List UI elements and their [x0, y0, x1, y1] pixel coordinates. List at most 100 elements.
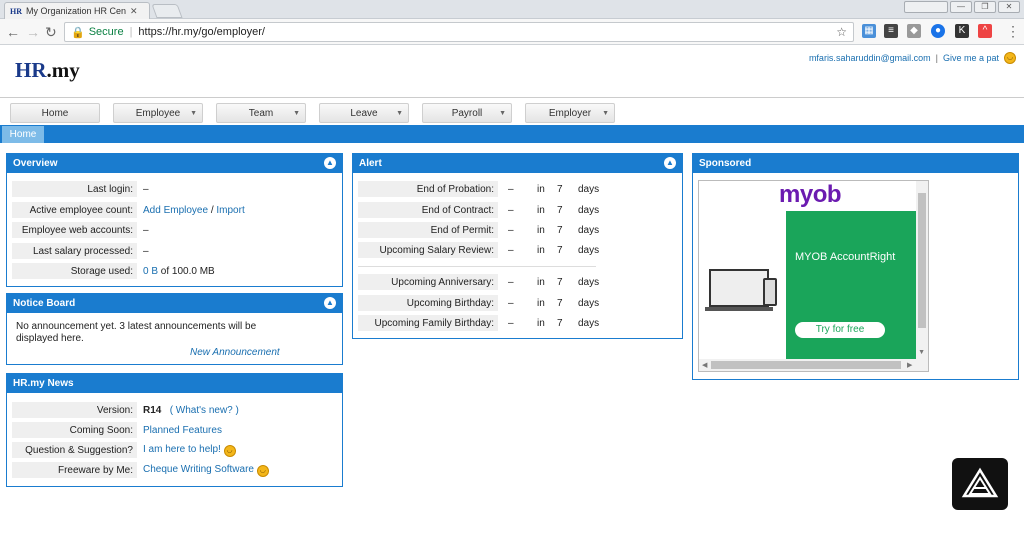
add-employee-link[interactable]: Add Employee	[143, 205, 208, 216]
news-row: Version: R14 ( What's new? )	[12, 402, 239, 418]
alert-row: End of Permit: – in 7 days	[358, 222, 599, 238]
breadcrumb-bar	[0, 125, 1024, 143]
import-link[interactable]: Import	[216, 205, 244, 216]
cheque-software-link[interactable]: Cheque Writing Software	[143, 464, 254, 475]
help-link[interactable]: I am here to help!	[143, 444, 221, 455]
collapse-icon[interactable]: ▲	[664, 157, 676, 169]
notice-board-panel: Notice Board ▲ No announcement yet. 3 lat…	[6, 293, 343, 365]
forward-arrow-icon[interactable]: →	[26, 24, 40, 40]
myob-logo: myob	[779, 181, 842, 208]
overview-row: Last login: –	[12, 181, 149, 197]
alert-row: End of Contract: – in 7 days	[358, 202, 599, 218]
planned-features-link[interactable]: Planned Features	[143, 425, 222, 436]
scroll-right-icon[interactable]: ▶	[907, 361, 912, 369]
menu-leave[interactable]: Leave ▼	[319, 103, 409, 123]
extension-dropbox-icon[interactable]: ◆	[907, 24, 921, 38]
myob-ad-frame[interactable]: myob MYOB AccountRight Try for free ▼ ◀ …	[698, 180, 929, 372]
cool-smiley-icon: ◡	[223, 444, 236, 457]
alert-panel: Alert ▲ End of Probation: – in 7 days End of …	[352, 153, 683, 339]
profile-button[interactable]	[904, 1, 948, 13]
menu-employer[interactable]: Employer ▼	[525, 103, 615, 123]
news-row: Question & Suggestion? I am here to help!…	[12, 442, 236, 458]
notice-text: No announcement yet. 3 latest announceme…	[16, 321, 257, 344]
overview-row: Last salary processed: –	[12, 243, 149, 259]
a-logo-icon	[961, 467, 999, 498]
news-row: Coming Soon: Planned Features	[12, 422, 222, 438]
tab-title: My Organization HR Cen	[26, 6, 126, 16]
extension-mask-icon[interactable]: ^	[978, 24, 992, 38]
close-window-icon[interactable]: ✕	[998, 1, 1020, 13]
overview-header: Overview ▲	[7, 154, 342, 173]
alert-header: Alert ▲	[353, 154, 682, 173]
browser-tab[interactable]: HR My Organization HR Cen ✕	[4, 2, 150, 19]
browser-toolbar: ← → ↻ 🔒 Secure | https://hr.my/go/employ…	[0, 19, 1024, 45]
url-text: https://hr.my/go/employer/	[138, 26, 265, 38]
give-pat-link[interactable]: Give me a pat	[943, 53, 999, 63]
sponsored-header: Sponsored	[693, 154, 1018, 173]
hr-favicon-icon: HR	[10, 6, 22, 16]
alert-row: Upcoming Family Birthday: – in 7 days	[358, 315, 599, 331]
ad-vertical-scroll-thumb[interactable]	[918, 193, 926, 328]
laptop-image	[705, 269, 773, 311]
scroll-left-icon[interactable]: ◀	[702, 361, 707, 369]
user-email-link[interactable]: mfaris.saharuddin@gmail.com	[809, 53, 931, 63]
collapse-icon[interactable]: ▲	[324, 297, 336, 309]
browser-tabstrip: HR My Organization HR Cen ✕ — ❐ ✕	[0, 0, 1024, 19]
news-header: HR.my News	[7, 374, 342, 393]
news-row: Freeware by Me: Cheque Writing Software ◡	[12, 462, 269, 478]
chevron-down-icon: ▼	[499, 109, 506, 117]
bookmark-star-icon[interactable]: ☆	[836, 25, 847, 39]
news-panel: HR.my News Version: R14 ( What's new? ) C…	[6, 373, 343, 487]
lock-icon: 🔒	[71, 26, 85, 39]
overview-panel: Overview ▲ Last login: – Active employee c…	[6, 153, 343, 287]
minimize-icon[interactable]: —	[950, 1, 972, 13]
restore-icon[interactable]: ❐	[974, 1, 996, 13]
whats-new-link[interactable]: ( What's new? )	[170, 405, 239, 416]
menu-team[interactable]: Team ▼	[216, 103, 306, 123]
window-controls: — ❐ ✕	[904, 1, 1020, 13]
floating-a-badge[interactable]	[952, 458, 1008, 510]
back-arrow-icon[interactable]: ←	[6, 24, 20, 40]
chevron-down-icon: ▼	[293, 109, 300, 117]
new-tab-button[interactable]	[151, 4, 183, 18]
reload-icon[interactable]: ↻	[45, 24, 57, 41]
secure-label: Secure	[88, 26, 124, 38]
extension-k-icon[interactable]: K	[955, 24, 969, 38]
smiley-icon: ◡	[256, 464, 269, 477]
chevron-down-icon: ▼	[190, 109, 197, 117]
overview-row: Employee web accounts: –	[12, 222, 149, 238]
alert-divider	[358, 266, 596, 267]
extension-picture-icon[interactable]: ▦	[862, 24, 876, 38]
menu-payroll[interactable]: Payroll ▼	[422, 103, 512, 123]
scroll-down-icon[interactable]: ▼	[918, 349, 925, 356]
user-bar: mfaris.saharuddin@gmail.com | Give me a …	[809, 52, 1016, 64]
close-tab-icon[interactable]: ✕	[130, 6, 138, 17]
notice-board-header: Notice Board ▲	[7, 294, 342, 313]
ad-horizontal-scroll-thumb[interactable]	[711, 361, 901, 369]
chevron-down-icon: ▼	[602, 109, 609, 117]
browser-menu-icon[interactable]: ⋮	[1006, 23, 1020, 40]
new-announcement-link[interactable]: New Announcement	[190, 347, 280, 358]
breadcrumb-home-tab[interactable]: Home	[2, 126, 44, 143]
storage-used-link[interactable]: 0 B	[143, 266, 158, 277]
hr-my-logo[interactable]: HR.my	[15, 58, 80, 83]
alert-row: Upcoming Anniversary: – in 7 days	[358, 274, 599, 290]
smiley-icon: ◡	[1004, 52, 1016, 64]
chevron-down-icon: ▼	[396, 109, 403, 117]
phone-image	[763, 278, 777, 306]
collapse-icon[interactable]: ▲	[324, 157, 336, 169]
extension-layers-icon[interactable]: ≡	[884, 24, 898, 38]
address-bar[interactable]: 🔒 Secure | https://hr.my/go/employer/ ☆	[64, 22, 854, 42]
menu-employee[interactable]: Employee ▼	[113, 103, 203, 123]
header-divider	[0, 97, 1024, 98]
ad-product-name: MYOB AccountRight	[795, 251, 896, 263]
version-value: R14	[143, 404, 162, 416]
overview-row: Active employee count: Add Employee / Imp…	[12, 202, 245, 218]
menu-home[interactable]: Home	[10, 103, 100, 123]
alert-row: Upcoming Birthday: – in 7 days	[358, 295, 599, 311]
alert-row: End of Probation: – in 7 days	[358, 181, 599, 197]
try-for-free-button[interactable]: Try for free	[795, 322, 885, 338]
extension-circle-icon[interactable]: ●	[931, 24, 945, 38]
overview-row: Storage used: 0 B of 100.0 MB	[12, 263, 215, 279]
ad-green-block	[786, 211, 916, 361]
